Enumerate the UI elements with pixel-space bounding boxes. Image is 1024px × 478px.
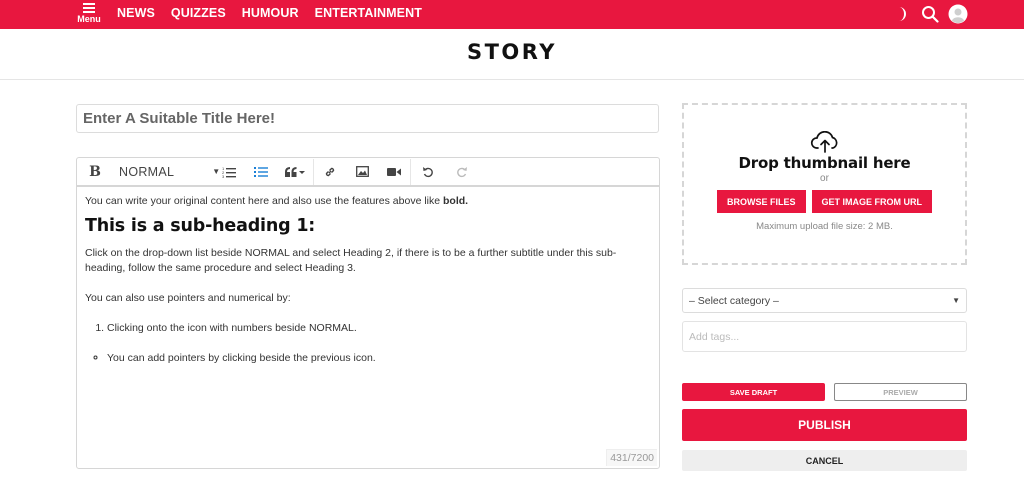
image-icon — [355, 166, 369, 177]
content-paragraph: You can also use pointers and numerical … — [85, 292, 291, 304]
image-from-url-button[interactable]: GET IMAGE FROM URL — [811, 190, 932, 213]
dropzone-actions: BROWSE FILES GET IMAGE FROM URL — [684, 190, 965, 213]
content-text: You can write your original content here… — [85, 195, 444, 207]
character-counter: 431/7200 — [606, 449, 657, 466]
ordered-list-icon: 1 2 3 — [222, 166, 236, 178]
story-title-input[interactable] — [76, 104, 659, 133]
content-ordered-list: Clicking onto the icon with numbers besi… — [85, 321, 651, 336]
video-icon — [387, 167, 401, 176]
hamburger-icon — [83, 3, 95, 13]
browse-files-button[interactable]: BROWSE FILES — [716, 190, 806, 213]
nav-actions — [892, 4, 968, 24]
video-button[interactable] — [378, 158, 410, 186]
bold-button[interactable]: B — [77, 158, 113, 186]
quote-icon — [285, 166, 305, 177]
theme-toggle-icon[interactable] — [892, 4, 912, 24]
image-button[interactable] — [346, 158, 378, 186]
cloud-upload-icon — [684, 130, 965, 153]
link-button[interactable] — [314, 158, 346, 186]
page-title: STORY — [466, 40, 558, 64]
thumbnail-dropzone[interactable]: Drop thumbnail here or BROWSE FILES GET … — [682, 103, 967, 265]
content-paragraph: Click on the drop-down list beside NORMA… — [85, 247, 617, 274]
format-dropdown[interactable]: NORMAL ▼ — [113, 158, 220, 186]
content-subheading: This is a sub-heading 1: — [85, 216, 316, 236]
page-title-bar: STORY — [0, 29, 1024, 80]
format-value: NORMAL — [119, 164, 175, 179]
nav-link-entertainment[interactable]: ENTERTAINMENT — [315, 6, 422, 20]
list-item: You can add pointers by clicking beside … — [107, 351, 651, 366]
nav-links: NEWS QUIZZES HUMOUR ENTERTAINMENT — [117, 6, 438, 20]
content-paragraph: You can write your original content here… — [85, 194, 651, 209]
bold-icon: B — [89, 163, 101, 180]
save-draft-button[interactable]: SAVE DRAFT — [682, 383, 825, 401]
top-nav: Menu NEWS QUIZZES HUMOUR ENTERTAINMENT — [0, 0, 1024, 29]
ordered-list-button[interactable]: 1 2 3 — [213, 158, 245, 186]
menu-button[interactable]: Menu — [76, 3, 102, 27]
undo-icon — [423, 166, 433, 177]
svg-text:3: 3 — [222, 174, 225, 178]
redo-icon — [457, 166, 467, 177]
content-bullet-list: You can add pointers by clicking beside … — [85, 351, 651, 366]
category-select[interactable]: – Select category – ▼ — [682, 288, 967, 313]
search-icon[interactable] — [920, 4, 940, 24]
category-select-value: – Select category – — [689, 294, 779, 307]
undo-button[interactable] — [411, 158, 445, 186]
chevron-down-icon: ▼ — [952, 296, 960, 305]
publish-button[interactable]: PUBLISH — [682, 409, 967, 441]
tags-input[interactable] — [682, 321, 967, 352]
content-bold-text: bold. — [443, 195, 469, 207]
bullet-list-button[interactable] — [245, 158, 277, 186]
user-avatar-icon[interactable] — [948, 4, 968, 24]
nav-link-news[interactable]: NEWS — [117, 6, 155, 20]
rich-text-editor: B NORMAL ▼ 1 2 3 You can write your orig… — [76, 157, 660, 469]
redo-button[interactable] — [445, 158, 479, 186]
nav-link-humour[interactable]: HUMOUR — [242, 6, 299, 20]
nav-link-quizzes[interactable]: QUIZZES — [171, 6, 226, 20]
editor-content[interactable]: You can write your original content here… — [77, 187, 659, 373]
list-item: Clicking onto the icon with numbers besi… — [107, 321, 651, 336]
link-icon — [325, 167, 335, 176]
dropzone-title: Drop thumbnail here — [738, 154, 911, 172]
bullet-list-icon — [254, 166, 268, 177]
preview-button[interactable]: PREVIEW — [834, 383, 967, 401]
cancel-button[interactable]: CANCEL — [682, 450, 967, 471]
editor-toolbar: B NORMAL ▼ 1 2 3 — [77, 158, 659, 187]
upload-size-note: Maximum upload file size: 2 MB. — [756, 221, 893, 232]
dropzone-or: or — [820, 173, 829, 184]
menu-label: Menu — [77, 14, 101, 24]
quote-button[interactable] — [277, 158, 313, 186]
